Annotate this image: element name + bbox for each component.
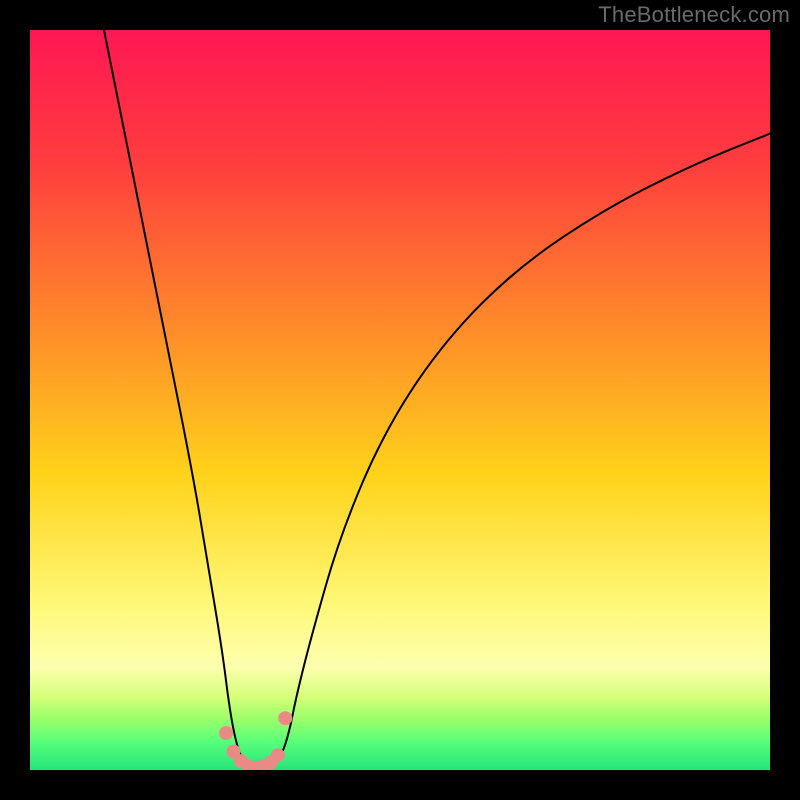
background-gradient <box>30 30 770 770</box>
watermark-text: TheBottleneck.com <box>598 2 790 28</box>
chart-area <box>30 30 770 770</box>
